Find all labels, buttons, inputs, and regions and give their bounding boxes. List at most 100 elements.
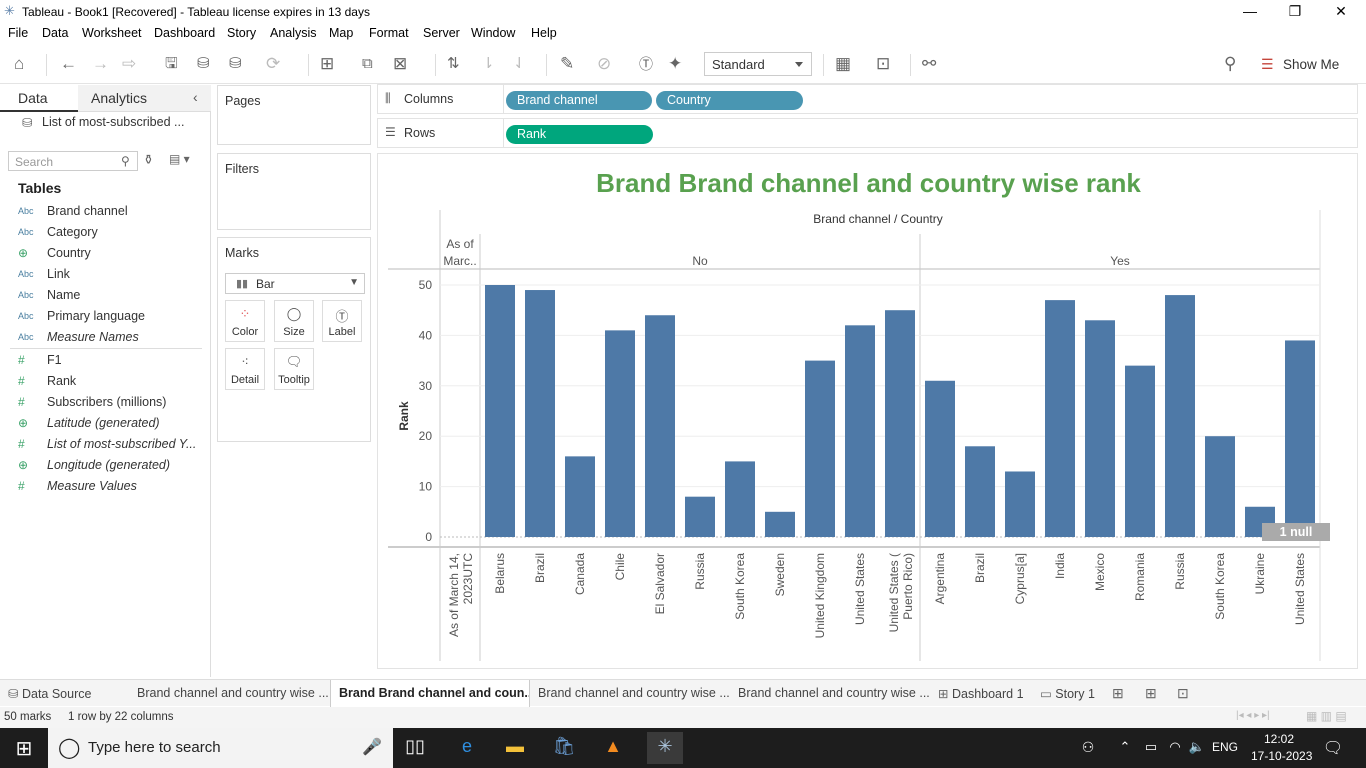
filters-card[interactable]: Filters — [217, 153, 371, 230]
bar[interactable] — [485, 285, 515, 537]
bar[interactable] — [1045, 300, 1075, 537]
restore-button[interactable]: ❐ — [1280, 3, 1310, 20]
color-button[interactable]: ⁘ Color — [225, 300, 265, 342]
tab-sheet-2[interactable]: Brand Brand channel and coun... — [330, 680, 530, 707]
field-item[interactable]: # Measure Values — [18, 479, 203, 497]
show-me-button[interactable]: Show Me — [1283, 55, 1339, 75]
presentation-mode-icon[interactable]: ⊡ — [876, 54, 890, 74]
tab-data[interactable]: Data — [0, 85, 78, 112]
tab-data-source[interactable]: ⛁ Data Source — [0, 680, 129, 707]
rows-shelf[interactable]: ☰ Rows Rank — [377, 118, 1358, 148]
show-cards-icon[interactable]: ▦ — [835, 54, 851, 74]
sheet-nav-icon[interactable]: |◂ ◂ ▸ ▸| — [1236, 710, 1270, 721]
pause-updates-icon[interactable]: ⛁ — [229, 54, 242, 74]
microphone-icon[interactable]: 🎤 — [362, 737, 382, 757]
menu-map[interactable]: Map — [329, 26, 353, 40]
menu-data[interactable]: Data — [42, 26, 68, 40]
windows-start-icon[interactable]: ⊞ — [9, 736, 39, 761]
tab-sheet-4[interactable]: Brand channel and country wise ... — [730, 680, 930, 707]
format-painter-icon[interactable]: ⚲ — [1224, 54, 1236, 74]
field-item[interactable]: ⊕ Longitude (generated) — [18, 458, 203, 476]
bar[interactable] — [885, 310, 915, 537]
bar[interactable] — [805, 360, 835, 537]
tab-sheet-1[interactable]: Brand channel and country wise ... — [129, 680, 330, 707]
bar[interactable] — [645, 315, 675, 537]
tableau-taskbar-icon[interactable]: ✳ — [647, 732, 683, 764]
field-item[interactable]: Abc Link — [18, 267, 203, 285]
taskbar-search[interactable]: ◯ Type here to search 🎤 — [48, 728, 393, 768]
mark-type-select[interactable]: ▮▮ Bar ▼ — [225, 273, 365, 294]
language-indicator[interactable]: ENG — [1212, 740, 1238, 754]
bar[interactable] — [1085, 320, 1115, 537]
field-item[interactable]: Abc Primary language — [18, 309, 203, 327]
menu-server[interactable]: Server — [423, 26, 460, 40]
field-item[interactable]: ⊕ Country — [18, 246, 203, 264]
field-item[interactable]: ⊕ Latitude (generated) — [18, 416, 203, 434]
bar[interactable] — [685, 496, 715, 537]
pill-rank[interactable]: Rank — [506, 125, 653, 144]
view-options-icon[interactable]: ▤ ▾ — [169, 152, 190, 166]
menu-dashboard[interactable]: Dashboard — [154, 26, 215, 40]
new-datasource-icon[interactable]: ⛁ — [197, 54, 210, 74]
sort-descending-icon[interactable]: ⇃ — [513, 54, 526, 74]
menu-worksheet[interactable]: Worksheet — [82, 26, 142, 40]
field-item[interactable]: Abc Category — [18, 225, 203, 243]
field-item[interactable]: # Subscribers (millions) — [18, 395, 203, 413]
task-view-icon[interactable]: ▯▯ — [400, 736, 430, 757]
menu-window[interactable]: Window — [471, 26, 515, 40]
bar[interactable] — [1125, 365, 1155, 537]
field-item[interactable]: Abc Brand channel — [18, 204, 203, 222]
bar[interactable] — [765, 511, 795, 537]
new-worksheet-tab-icon[interactable]: ⊞ — [1112, 685, 1124, 702]
size-button[interactable]: ◯ Size — [274, 300, 314, 342]
field-item[interactable]: Abc Name — [18, 288, 203, 306]
fit-select[interactable]: Standard — [704, 52, 812, 76]
sort-ascending-icon[interactable]: ⇂ — [482, 54, 495, 74]
clear-sheet-icon[interactable]: ⊠ — [393, 54, 407, 74]
clock-time[interactable]: 12:02 — [1264, 732, 1294, 746]
pages-card[interactable]: Pages — [217, 85, 371, 145]
field-item[interactable]: # F1 — [18, 353, 203, 371]
field-item[interactable]: # Rank — [18, 374, 203, 392]
volume-icon[interactable]: 🔈 — [1182, 739, 1212, 755]
columns-shelf[interactable]: ⫼ Columns Brand channel Country — [377, 84, 1358, 114]
label-button[interactable]: Ⓣ Label — [322, 300, 362, 342]
collapse-pane-icon[interactable]: ‹ — [193, 89, 198, 105]
file-explorer-icon[interactable]: ▬ — [500, 736, 530, 757]
search-input[interactable]: Search ⚲ — [8, 151, 138, 171]
tooltip-button[interactable]: 🗨 Tooltip — [274, 348, 314, 390]
sheet-view-icons[interactable]: ▦ ▥ ▤ — [1306, 709, 1347, 723]
bar[interactable] — [1285, 340, 1315, 537]
menu-file[interactable]: File — [8, 26, 28, 40]
save-icon[interactable]: 🖫 — [165, 54, 178, 74]
home-icon[interactable]: ⌂ — [14, 54, 24, 74]
vlc-icon[interactable]: ▲ — [598, 736, 628, 757]
store-icon[interactable]: 🛍 — [549, 736, 579, 757]
pill-brand-channel[interactable]: Brand channel — [506, 91, 652, 110]
tab-story-1[interactable]: ▭ Story 1 — [1032, 680, 1104, 707]
filter-icon[interactable]: ⚱ — [143, 152, 154, 168]
bar[interactable] — [525, 290, 555, 537]
menu-story[interactable]: Story — [227, 26, 256, 40]
detail-button[interactable]: ⁖ Detail — [225, 348, 265, 390]
share-icon[interactable]: ⚯ — [922, 54, 936, 74]
replay-icon[interactable]: ⇨ — [122, 54, 136, 74]
bar-chart[interactable]: As of Marc.. No Yes 0 10 20 30 40 50 Rank As of Mar… — [378, 154, 1357, 668]
bar[interactable] — [565, 456, 595, 537]
menu-analysis[interactable]: Analysis — [270, 26, 317, 40]
menu-format[interactable]: Format — [369, 26, 409, 40]
new-dashboard-tab-icon[interactable]: ⊞ — [1145, 685, 1157, 702]
tab-analytics[interactable]: Analytics ‹ — [78, 85, 211, 112]
null-indicator[interactable]: 1 null — [1262, 523, 1330, 541]
swap-rows-columns-icon[interactable]: ⇅ — [447, 54, 460, 74]
bar[interactable] — [1005, 471, 1035, 537]
group-members-icon[interactable]: ⊘ — [597, 54, 611, 74]
duplicate-sheet-icon[interactable]: ⧉ — [362, 54, 373, 74]
minimize-button[interactable]: — — [1235, 3, 1265, 19]
bar[interactable] — [725, 461, 755, 537]
bar[interactable] — [605, 330, 635, 537]
group-header[interactable]: As of Marc.. — [443, 237, 476, 268]
group-header[interactable]: No — [692, 254, 708, 268]
bar[interactable] — [965, 446, 995, 537]
field-item[interactable]: Abc Measure Names — [18, 330, 203, 348]
